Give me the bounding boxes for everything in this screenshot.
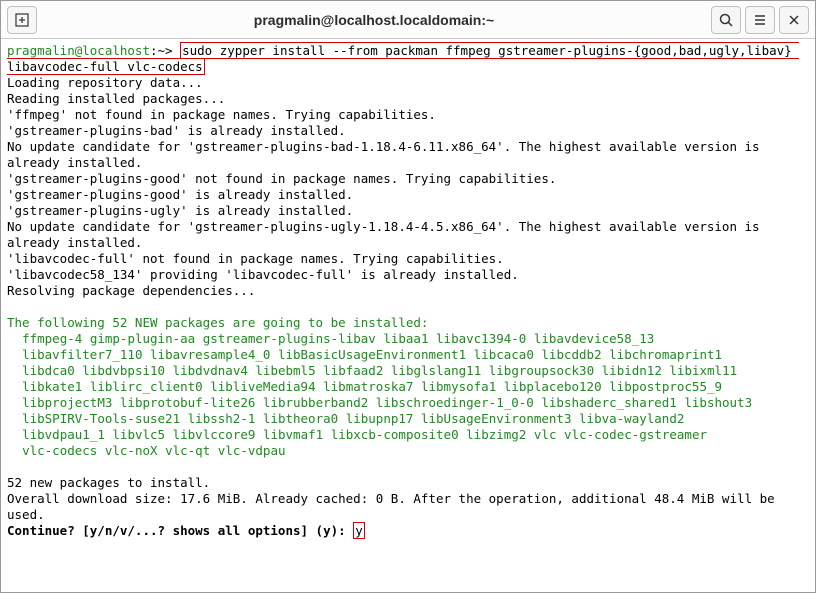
hamburger-icon <box>752 12 768 28</box>
pkg: libtheora0 <box>263 411 338 426</box>
pkg: gimp-plugin-aa <box>90 331 195 346</box>
pkg: libmysofa1 <box>421 379 496 394</box>
pkg: vlc <box>534 427 557 442</box>
pkg: libgroupsock30 <box>489 363 594 378</box>
pkg: libcaca0 <box>474 347 534 362</box>
pkg: libUsageEnvironment3 <box>421 411 572 426</box>
pkg: libchromaprint1 <box>609 347 722 362</box>
pkg: librubberband2 <box>263 395 368 410</box>
pkg: libavc1394-0 <box>436 331 526 346</box>
pkg: libdvbpsi10 <box>82 363 165 378</box>
pkg: libshaderc_shared1 <box>541 395 676 410</box>
pkg: libidn12 <box>602 363 662 378</box>
pkg: libdvdnav4 <box>173 363 248 378</box>
pkg: libavdevice58_13 <box>534 331 654 346</box>
output-line: 'gstreamer-plugins-bad' is already insta… <box>7 123 346 138</box>
search-button[interactable] <box>711 6 741 34</box>
output-line: 'gstreamer-plugins-ugly' is already inst… <box>7 203 353 218</box>
output-line: 'ffmpeg' not found in package names. Try… <box>7 107 436 122</box>
prompt-path: :~> <box>150 43 180 58</box>
pkg: libBasicUsageEnvironment1 <box>278 347 466 362</box>
output-line: No update candidate for 'gstreamer-plugi… <box>7 139 767 170</box>
pkg: libva-wayland2 <box>579 411 684 426</box>
pkg: libavresample4_0 <box>150 347 270 362</box>
new-tab-icon <box>14 12 30 28</box>
pkg: libvmaf1 <box>263 427 323 442</box>
pkg: libavfilter7_110 <box>22 347 142 362</box>
summary-line: 52 new packages to install. <box>7 475 210 490</box>
output-line: 'libavcodec58_134' providing 'libavcodec… <box>7 267 519 282</box>
pkg: libaa1 <box>383 331 428 346</box>
pkg: libvdpau1_1 <box>22 427 105 442</box>
output-line: Loading repository data... <box>7 75 203 90</box>
close-icon <box>786 12 802 28</box>
pkg: libvlccore9 <box>173 427 256 442</box>
window-titlebar: pragmalin@localhost.localdomain:~ <box>1 1 815 39</box>
pkg: gstreamer-plugins-libav <box>203 331 376 346</box>
output-line: Resolving package dependencies... <box>7 283 255 298</box>
pkg: libupnp17 <box>346 411 414 426</box>
pkg: libzimg2 <box>466 427 526 442</box>
pkg: libprojectM3 <box>22 395 112 410</box>
answer-highlight: y <box>353 522 365 539</box>
output-line: Reading installed packages... <box>7 91 225 106</box>
output-line: 'gstreamer-plugins-good' is already inst… <box>7 187 353 202</box>
pkg: vlc-codec-gstreamer <box>564 427 707 442</box>
install-header: The following 52 NEW packages are going … <box>7 315 428 330</box>
pkg: ffmpeg-4 <box>22 331 82 346</box>
pkg: libxcb-composite0 <box>331 427 459 442</box>
pkg: libschroedinger-1_0-0 <box>376 395 534 410</box>
pkg: libpostproc55_9 <box>609 379 722 394</box>
pkg: vlc-codecs <box>22 443 97 458</box>
pkg: libfaad2 <box>323 363 383 378</box>
pkg: libkate1 <box>22 379 82 394</box>
pkg: libSPIRV-Tools-suse21 <box>22 411 180 426</box>
pkg: libliveMedia94 <box>210 379 315 394</box>
pkg: vlc-vdpau <box>218 443 286 458</box>
window-title: pragmalin@localhost.localdomain:~ <box>254 12 494 28</box>
pkg: libglslang11 <box>391 363 481 378</box>
pkg: libmatroska7 <box>323 379 413 394</box>
new-tab-button[interactable] <box>7 6 37 34</box>
terminal-output[interactable]: pragmalin@localhost:~> sudo zypper insta… <box>1 39 815 543</box>
prompt-user: pragmalin@localhost <box>7 43 150 58</box>
close-button[interactable] <box>779 6 809 34</box>
output-line: 'libavcodec-full' not found in package n… <box>7 251 504 266</box>
pkg: liblirc_client0 <box>90 379 203 394</box>
pkg: libvlc5 <box>112 427 165 442</box>
pkg: vlc-qt <box>165 443 210 458</box>
pkg: vlc-noX <box>105 443 158 458</box>
pkg: libdca0 <box>22 363 75 378</box>
continue-prompt: Continue? [y/n/v/...? shows all options]… <box>7 523 353 538</box>
pkg: libplacebo120 <box>504 379 602 394</box>
menu-button[interactable] <box>745 6 775 34</box>
summary-line: Overall download size: 17.6 MiB. Already… <box>7 491 782 522</box>
pkg: libebml5 <box>255 363 315 378</box>
pkg: libprotobuf-lite26 <box>120 395 255 410</box>
pkg: libshout3 <box>684 395 752 410</box>
output-line: No update candidate for 'gstreamer-plugi… <box>7 219 767 250</box>
output-line: 'gstreamer-plugins-good' not found in pa… <box>7 171 556 186</box>
pkg: libssh2-1 <box>188 411 256 426</box>
pkg: libixml11 <box>669 363 737 378</box>
search-icon <box>718 12 734 28</box>
pkg: libcddb2 <box>541 347 601 362</box>
